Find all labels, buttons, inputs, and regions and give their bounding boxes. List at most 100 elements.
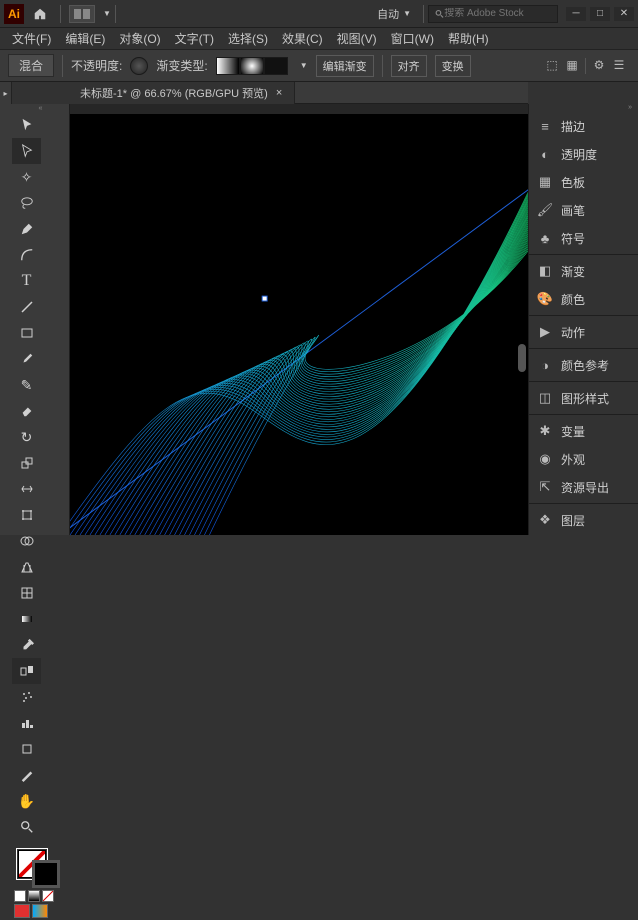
workspace-switcher[interactable] [69,5,95,23]
color-guide-icon: ◑ [537,357,553,373]
menu-help[interactable]: 帮助(H) [442,28,495,49]
search-box[interactable] [428,5,558,23]
divider [115,5,116,23]
align-button[interactable]: 对齐 [391,55,427,77]
panel-symbols[interactable]: ♣符号 [529,224,638,252]
opacity-label: 不透明度: [71,57,122,74]
gradient-tool[interactable] [12,606,41,632]
panel-appearance[interactable]: ◉外观 [529,445,638,473]
swatches-icon: ▦ [537,174,553,190]
auto-label: 自动 [377,6,399,22]
artboard-tool[interactable] [12,736,41,762]
collapsed-panel-strip[interactable] [0,104,12,535]
direct-selection-tool[interactable] [12,138,41,164]
close-tab-icon[interactable]: × [274,87,284,99]
search-input[interactable] [444,8,551,19]
gradient-mode-swatch[interactable] [28,890,40,902]
rectangle-tool[interactable] [12,320,41,346]
gradient-preview[interactable] [216,57,288,75]
close-button[interactable]: ✕ [614,7,634,21]
transform-button[interactable]: 变换 [435,55,471,77]
panel-layers[interactable]: ❖图层 [529,506,638,534]
hand-tool[interactable]: ✋ [12,788,41,814]
gradient-linear-swatch[interactable] [216,57,240,75]
panel-asset-export[interactable]: ⇱资源导出 [529,473,638,501]
fill-stroke-swatches[interactable] [12,844,69,888]
panel-brushes[interactable]: 🖌画笔 [529,196,638,224]
current-tool-label[interactable]: 混合 [8,54,54,77]
gradient-radial-swatch[interactable] [240,57,264,75]
document-tab[interactable]: 未标题-1* @ 66.67% (RGB/GPU 预览) × [70,82,295,104]
symbol-sprayer-tool[interactable] [12,684,41,710]
full-screen-mode[interactable] [32,904,48,918]
slice-tool[interactable] [12,762,41,788]
lasso-tool[interactable] [12,190,41,216]
chevron-down-icon[interactable]: ▼ [103,9,111,18]
normal-screen-mode[interactable] [14,904,30,918]
none-mode-swatch[interactable] [42,890,54,902]
panel-variables[interactable]: ✱变量 [529,417,638,445]
shape-builder-tool[interactable] [12,528,41,554]
panel-gradient[interactable]: ◧渐变 [529,257,638,285]
opacity-knockout-icon[interactable] [130,57,148,75]
panel-color[interactable]: 🎨颜色 [529,285,638,313]
toolbox-handle[interactable]: « [12,104,69,112]
gradient-none-swatch[interactable] [264,57,288,75]
panel-stroke[interactable]: ≡描边 [529,112,638,140]
vertical-scrollbar-thumb[interactable] [518,344,526,372]
actions-icon: ▶ [537,324,553,340]
selection-tool[interactable] [12,112,41,138]
align-icon[interactable]: ▦ [565,58,579,72]
menu-effect[interactable]: 效果(C) [276,28,329,49]
variables-icon: ✱ [537,423,553,439]
panel-actions[interactable]: ▶动作 [529,318,638,346]
menu-select[interactable]: 选择(S) [222,28,274,49]
pencil-tool[interactable]: ✎ [12,372,41,398]
panel-menu-icon[interactable]: ☰ [612,58,626,72]
line-tool[interactable] [12,294,41,320]
preferences-icon[interactable]: ⚙ [592,58,606,72]
chevron-down-icon[interactable]: ▼ [300,61,308,70]
menu-edit[interactable]: 编辑(E) [59,28,111,49]
zoom-tool[interactable] [12,814,41,840]
blend-tool[interactable] [12,658,41,684]
free-transform-tool[interactable] [12,502,41,528]
paintbrush-tool[interactable] [12,346,41,372]
menu-view[interactable]: 视图(V) [331,28,383,49]
eyedropper-tool[interactable] [12,632,41,658]
curvature-tool[interactable] [12,242,41,268]
menu-bar: 文件(F) 编辑(E) 对象(O) 文字(T) 选择(S) 效果(C) 视图(V… [0,28,638,50]
minimize-button[interactable]: ─ [566,7,586,21]
type-tool[interactable]: T [12,268,41,294]
layers-icon: ❖ [537,512,553,528]
maximize-button[interactable]: □ [590,7,610,21]
menu-file[interactable]: 文件(F) [6,28,57,49]
menu-object[interactable]: 对象(O) [113,28,166,49]
panel-graphic-styles[interactable]: ◫图形样式 [529,384,638,412]
color-mode-swatch[interactable] [14,890,26,902]
artboard[interactable] [70,114,528,535]
panel-expand-handle[interactable]: ▸ [0,82,12,104]
panel-transparency[interactable]: ◐透明度 [529,140,638,168]
edit-gradient-button[interactable]: 编辑渐变 [316,55,374,77]
stroke-swatch[interactable] [32,860,60,888]
scale-tool[interactable] [12,450,41,476]
perspective-grid-tool[interactable] [12,554,41,580]
dock-expand-handle[interactable]: » [529,104,638,112]
menu-window[interactable]: 窗口(W) [385,28,440,49]
isolate-icon[interactable]: ⬚ [545,58,559,72]
canvas-area[interactable] [70,104,528,535]
eraser-tool[interactable] [12,398,41,424]
rotate-tool[interactable]: ↻ [12,424,41,450]
column-graph-tool[interactable] [12,710,41,736]
home-icon[interactable] [30,4,50,24]
pen-tool[interactable] [12,216,41,242]
chevron-down-icon: ▼ [403,9,411,18]
arrange-documents-dropdown[interactable]: 自动 ▼ [377,6,411,22]
menu-type[interactable]: 文字(T) [169,28,220,49]
panel-swatches[interactable]: ▦色板 [529,168,638,196]
width-tool[interactable] [12,476,41,502]
magic-wand-tool[interactable]: ✧ [12,164,41,190]
mesh-tool[interactable] [12,580,41,606]
panel-color-guide[interactable]: ◑颜色参考 [529,351,638,379]
